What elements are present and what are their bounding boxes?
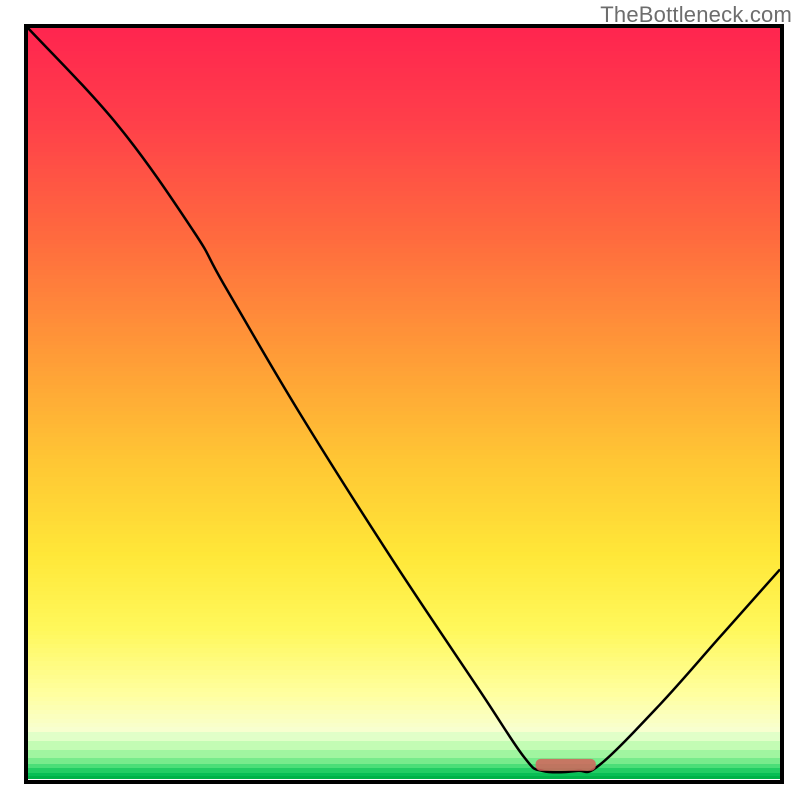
plot-area xyxy=(24,24,784,784)
chart-frame: TheBottleneck.com xyxy=(0,0,800,800)
